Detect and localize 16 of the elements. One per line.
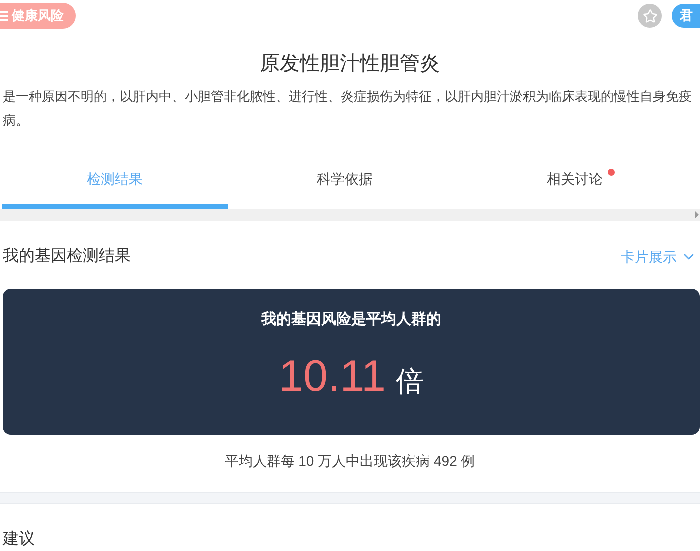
description: 是一种原因不明的，以肝内中、小胆管非化脓性、进行性、炎症损伤为特征，以肝内胆汁淤积为临床表现的慢性自身免疫病。 <box>2 88 693 130</box>
incidence-note: 平均人群每 10 万人中出现该疾病 492 例 <box>224 452 476 471</box>
page-title: 原发性胆汁性胆管炎 <box>259 52 441 77</box>
view-toggle[interactable]: 卡片展示 <box>621 246 697 268</box>
favorite-button[interactable] <box>638 4 662 28</box>
tab[interactable]: 科学依据 <box>232 157 458 209</box>
menu-icon <box>0 11 8 21</box>
category-button[interactable]: 健康风险 <box>0 3 76 29</box>
star-icon <box>642 8 658 24</box>
section-title: 建议 <box>2 530 36 550</box>
tab[interactable]: 相关讨论 <box>462 157 688 209</box>
risk-value: 10.11 <box>279 350 386 402</box>
risk-unit: 倍 <box>396 364 424 398</box>
section-title: 我的基因检测结果 <box>3 246 131 267</box>
risk-caption: 我的基因风险是平均人群的 <box>262 310 442 330</box>
user-button[interactable]: 君 <box>672 4 700 28</box>
